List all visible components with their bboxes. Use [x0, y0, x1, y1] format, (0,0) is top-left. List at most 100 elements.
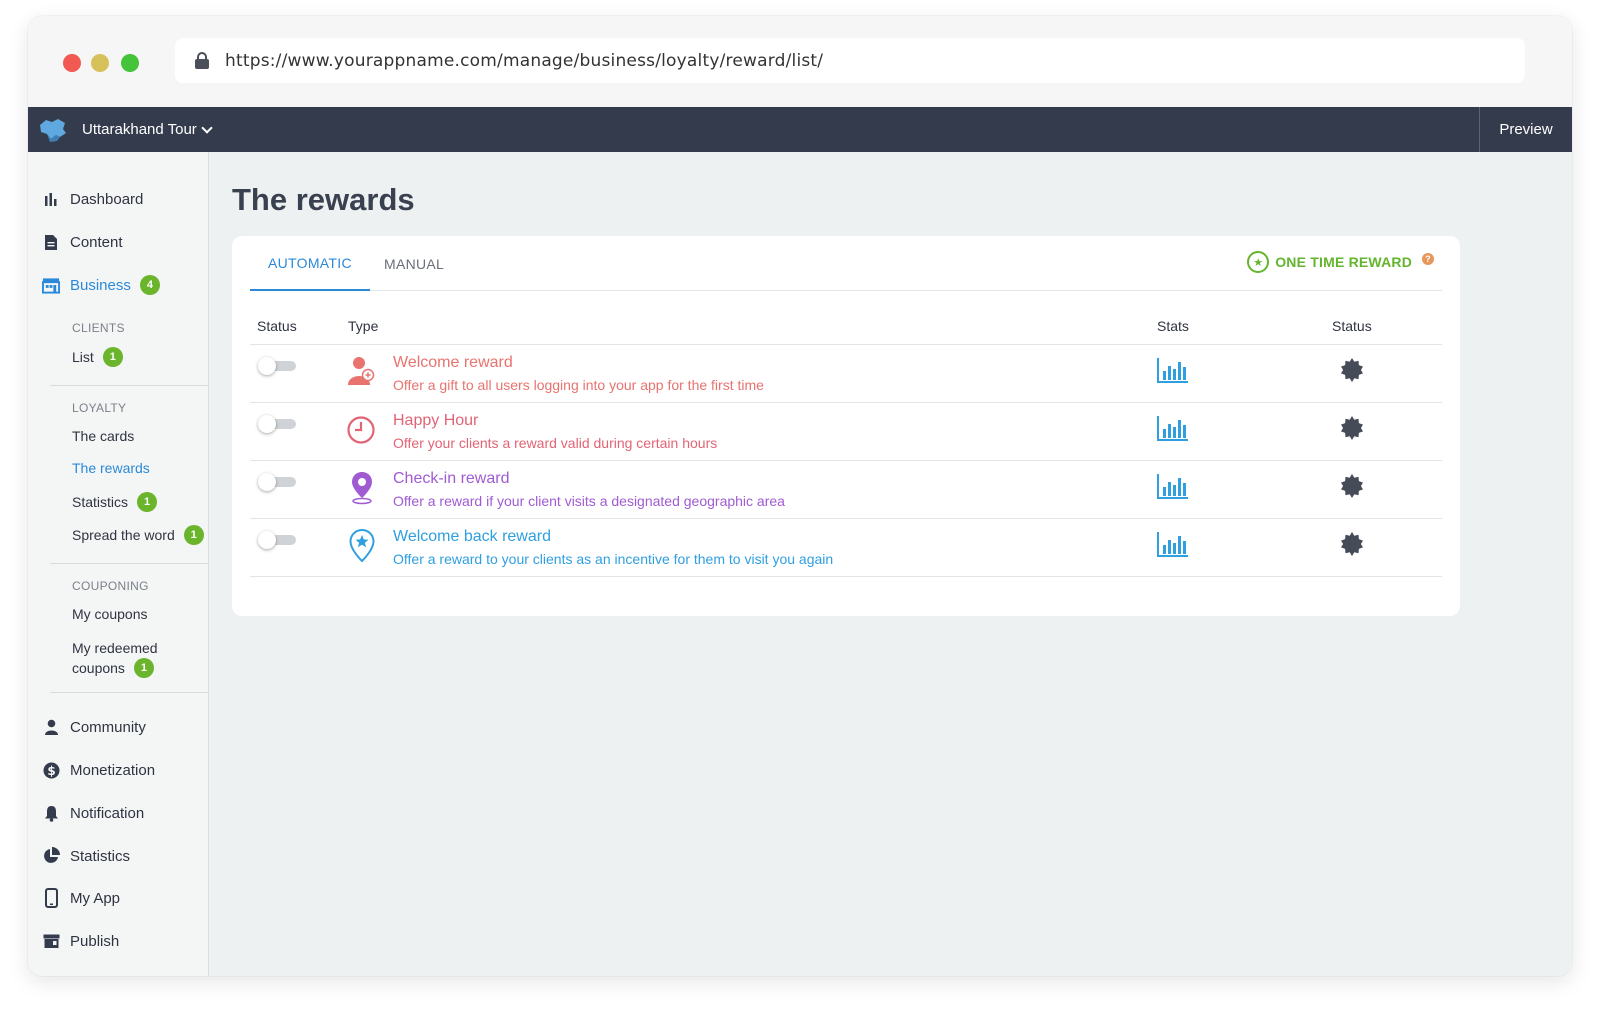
bell-icon	[42, 804, 60, 822]
shop-icon	[42, 932, 60, 950]
app-name: Uttarakhand Tour	[82, 121, 197, 138]
reward-title[interactable]: Welcome back reward	[393, 528, 551, 546]
clients-heading: CLIENTS	[72, 321, 125, 335]
phone-icon	[42, 888, 60, 908]
sidebar-item-statistics[interactable]: Statistics	[42, 847, 130, 865]
table-row: Welcome back reward Offer a reward to yo…	[250, 519, 1442, 577]
url-text[interactable]: https://www.yourappname.com/manage/busin…	[225, 51, 823, 71]
sidebar-subitem-my-coupons[interactable]: My coupons	[72, 606, 147, 622]
gear-icon[interactable]	[1340, 416, 1364, 440]
sidebar-item-monetization[interactable]: $ Monetization	[42, 761, 155, 779]
document-icon	[42, 233, 60, 251]
sidebar-item-label: Community	[70, 718, 146, 736]
reward-title[interactable]: Check-in reward	[393, 470, 509, 488]
subitem-label: Statistics	[72, 494, 129, 510]
sidebar-subitem-my-redeemed-coupons[interactable]: My redeemed coupons 1	[72, 639, 158, 678]
tab-manual[interactable]: MANUAL	[384, 236, 444, 291]
reward-description: Offer your clients a reward valid during…	[393, 435, 718, 451]
column-header-status-settings: Status	[1332, 318, 1372, 334]
bar-chart-icon	[42, 190, 60, 208]
sidebar-item-content[interactable]: Content	[42, 233, 123, 251]
clock-icon	[347, 416, 375, 444]
column-header-type: Type	[348, 318, 379, 334]
close-window-button[interactable]	[63, 54, 81, 72]
sidebar-item-dashboard[interactable]: Dashboard	[42, 190, 143, 208]
gear-icon[interactable]	[1340, 532, 1364, 556]
sidebar-item-community[interactable]: Community	[42, 718, 146, 736]
minimize-window-button[interactable]	[91, 54, 109, 72]
column-header-stats: Stats	[1157, 318, 1189, 334]
reward-title[interactable]: Welcome reward	[393, 354, 513, 372]
page-title: The rewards	[232, 182, 415, 217]
one-time-reward-label: ONE TIME REWARD	[1275, 254, 1412, 270]
business-count-badge: 4	[139, 275, 160, 295]
sidebar-subitem-spread-the-word[interactable]: Spread the word 1	[72, 525, 204, 545]
location-pin-icon	[352, 472, 372, 505]
gear-icon[interactable]	[1340, 358, 1364, 382]
browser-window: https://www.yourappname.com/manage/busin…	[28, 16, 1572, 976]
dollar-icon: $	[42, 761, 60, 779]
status-toggle[interactable]	[258, 473, 296, 491]
reward-title[interactable]: Happy Hour	[393, 412, 478, 430]
sidebar-item-label: Notification	[70, 804, 145, 822]
star-pin-icon	[349, 529, 375, 563]
divider	[50, 385, 208, 386]
spread-badge: 1	[183, 525, 204, 545]
status-toggle[interactable]	[258, 531, 296, 549]
sidebar-item-my-app[interactable]: My App	[42, 888, 120, 908]
stats-bar-icon[interactable]	[1157, 531, 1189, 557]
subitem-label: My redeemed	[72, 640, 158, 656]
subitem-label: My coupons	[72, 606, 148, 622]
stats-bar-icon[interactable]	[1157, 415, 1189, 441]
column-header-status: Status	[257, 318, 297, 334]
sidebar-item-label: Publish	[70, 932, 120, 950]
sidebar-item-notification[interactable]: Notification	[42, 804, 144, 822]
app-switcher[interactable]: Uttarakhand Tour	[38, 107, 213, 152]
sidebar-item-label: Statistics	[70, 847, 131, 865]
one-time-reward-button[interactable]: ★ ONE TIME REWARD ?	[1247, 251, 1434, 273]
tab-automatic[interactable]: AUTOMATIC	[250, 236, 370, 291]
sidebar-subitem-the-cards[interactable]: The cards	[72, 428, 134, 444]
svg-text:$: $	[47, 763, 55, 777]
gear-icon[interactable]	[1340, 474, 1364, 498]
user-icon	[42, 718, 60, 736]
stats-bar-icon[interactable]	[1157, 473, 1189, 499]
user-plus-icon	[348, 357, 375, 385]
reward-tabs: AUTOMATIC MANUAL ★ ONE TIME REWARD ?	[250, 236, 1442, 291]
sidebar-item-business[interactable]: Business 4	[42, 275, 160, 295]
divider	[50, 692, 208, 693]
preview-button[interactable]: Preview	[1479, 107, 1572, 152]
pie-chart-icon	[42, 847, 60, 865]
loyalty-heading: LOYALTY	[72, 401, 127, 415]
sidebar-subitem-clients-list[interactable]: List 1	[72, 347, 123, 367]
redeemed-badge: 1	[133, 658, 154, 678]
clients-list-badge: 1	[102, 347, 123, 367]
table-row: Happy Hour Offer your clients a reward v…	[250, 403, 1442, 461]
status-toggle[interactable]	[258, 357, 296, 375]
sidebar-subitem-the-rewards[interactable]: The rewards	[72, 460, 150, 476]
subitem-label: coupons	[72, 659, 125, 676]
loyalty-statistics-badge: 1	[137, 492, 158, 512]
sidebar-item-label: Dashboard	[70, 190, 144, 208]
sidebar-item-label: Business	[70, 276, 131, 294]
store-icon	[42, 276, 60, 294]
subitem-label: The rewards	[72, 460, 150, 476]
status-toggle[interactable]	[258, 415, 296, 433]
sidebar-item-label: Content	[70, 233, 123, 251]
reward-description: Offer a gift to all users logging into y…	[393, 377, 764, 393]
lock-icon	[195, 52, 209, 69]
browser-chrome: https://www.yourappname.com/manage/busin…	[28, 16, 1572, 107]
rewards-card: AUTOMATIC MANUAL ★ ONE TIME REWARD ? Sta…	[232, 236, 1460, 616]
main-content: The rewards AUTOMATIC MANUAL ★ ONE TIME …	[209, 152, 1572, 976]
table-row: Welcome reward Offer a gift to all users…	[250, 345, 1442, 403]
address-bar[interactable]: https://www.yourappname.com/manage/busin…	[175, 38, 1525, 83]
sidebar: Dashboard Content Business 4 CLIENTS Lis…	[28, 152, 209, 976]
maximize-window-button[interactable]	[121, 54, 139, 72]
app-topbar: Uttarakhand Tour Preview	[28, 107, 1572, 152]
sidebar-subitem-loyalty-statistics[interactable]: Statistics 1	[72, 492, 158, 512]
help-icon[interactable]: ?	[1422, 253, 1434, 265]
sidebar-item-publish[interactable]: Publish	[42, 932, 119, 950]
couponing-heading: COUPONING	[72, 579, 149, 593]
star-icon: ★	[1247, 251, 1270, 273]
stats-bar-icon[interactable]	[1157, 357, 1189, 383]
